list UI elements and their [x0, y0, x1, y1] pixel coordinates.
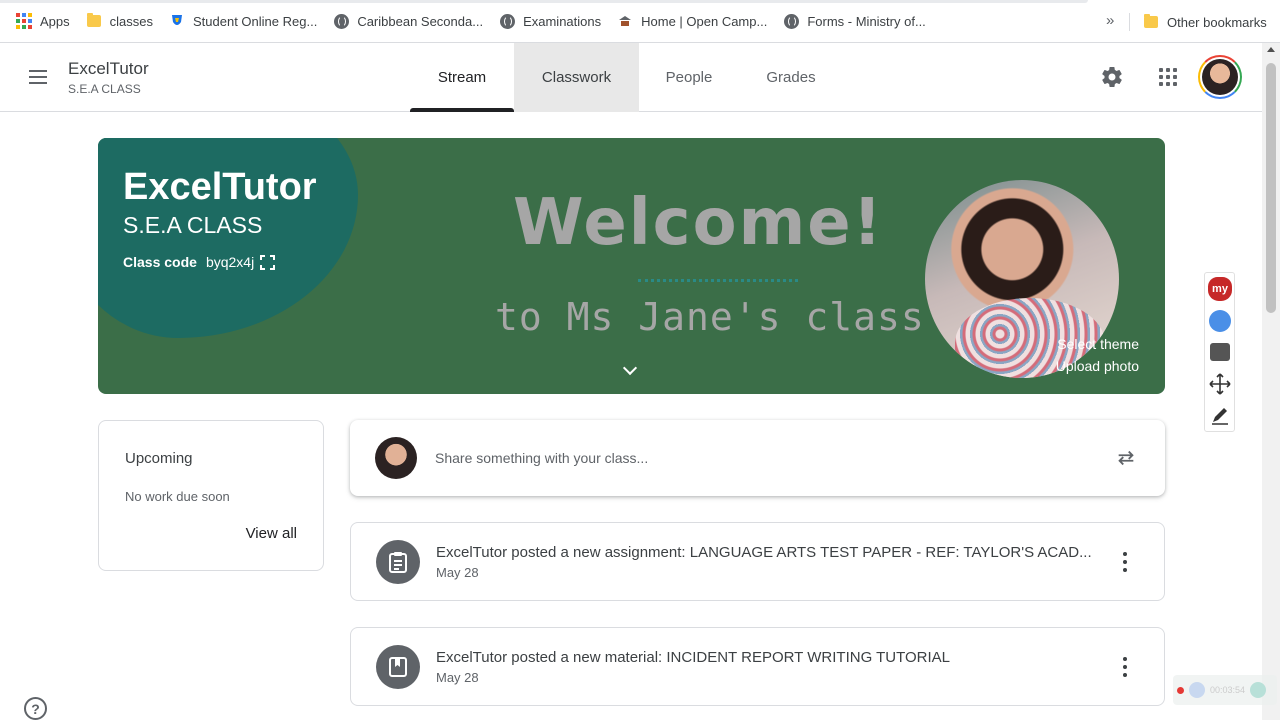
recording-time: 00:03:54	[1210, 685, 1246, 695]
class-section: S.E.A CLASS	[68, 82, 141, 96]
avatar	[375, 437, 417, 479]
upcoming-empty-message: No work due soon	[125, 489, 230, 504]
scroll-thumb[interactable]	[1266, 63, 1276, 313]
bookmarks-divider	[1129, 13, 1130, 31]
share-announcement-box[interactable]: Share something with your class...	[350, 420, 1165, 496]
my-extension-icon[interactable]: my	[1208, 277, 1232, 301]
class-code-label: Class code	[123, 254, 197, 270]
more-options-icon[interactable]	[1122, 657, 1128, 677]
globe-icon	[333, 13, 349, 29]
stop-icon[interactable]	[1250, 682, 1267, 698]
google-apps-icon[interactable]	[1159, 68, 1177, 86]
globe-icon	[783, 13, 799, 29]
fullscreen-icon[interactable]	[260, 254, 276, 270]
bookmark-label: Caribbean Seconda...	[357, 13, 484, 29]
bookmark-label: Examinations	[523, 13, 602, 29]
class-banner: ExcelTutor S.E.A CLASS Class code byq2x4…	[98, 138, 1165, 394]
move-arrows-icon[interactable]	[1208, 372, 1232, 396]
bookmark-label: Forms - Ministry of...	[807, 13, 926, 29]
apps-grid-icon	[16, 13, 32, 29]
upload-photo-link[interactable]: Upload photo	[1056, 358, 1139, 374]
bookmark-caribbean-secondary[interactable]: Caribbean Seconda...	[325, 7, 491, 35]
assignment-icon	[376, 540, 420, 584]
profile-photo	[1202, 59, 1238, 95]
banner-welcome-text: Welcome!	[513, 186, 884, 260]
banner-class-greeting: to Ms Jane's class	[495, 295, 925, 339]
view-all-link[interactable]: View all	[246, 525, 297, 542]
main-menu-button[interactable]	[22, 61, 54, 93]
account-avatar[interactable]	[1198, 55, 1242, 99]
select-theme-link[interactable]: Select theme	[1057, 336, 1139, 352]
record-indicator-icon	[1177, 686, 1184, 694]
stream-post[interactable]: ExcelTutor posted a new material: INCIDE…	[350, 627, 1165, 706]
bookmark-label: Apps	[40, 13, 70, 29]
bookmark-other[interactable]: Other bookmarks	[1135, 8, 1275, 36]
bookmark-apps[interactable]: Apps	[8, 7, 78, 35]
repost-icon[interactable]	[1115, 447, 1137, 469]
tab-stream[interactable]: Stream	[410, 43, 514, 112]
class-code-value: byq2x4j	[205, 254, 255, 270]
page-scrollbar[interactable]	[1262, 43, 1280, 720]
bookmark-label: classes	[109, 13, 153, 29]
pause-icon[interactable]	[1189, 682, 1205, 698]
bookmark-classes[interactable]: classes	[78, 7, 161, 35]
extension-toolbar: my	[1204, 272, 1235, 432]
bookmark-label: Student Online Reg...	[193, 13, 318, 29]
people-group-icon[interactable]	[1208, 309, 1232, 333]
settings-gear-icon[interactable]	[1100, 65, 1124, 89]
folder-icon	[1143, 14, 1159, 30]
globe-icon	[499, 13, 515, 29]
share-placeholder[interactable]: Share something with your class...	[435, 450, 648, 466]
help-icon[interactable]: ?	[24, 697, 47, 720]
material-book-icon	[376, 645, 420, 689]
pen-icon[interactable]	[1208, 403, 1232, 427]
bookmark-open-campus[interactable]: Home | Open Camp...	[609, 7, 775, 35]
banner-dotted-line	[638, 279, 798, 282]
screen-capture-icon[interactable]	[1208, 340, 1232, 364]
open-campus-icon	[617, 13, 633, 29]
more-bookmarks-chevron-icon[interactable]: »	[1106, 12, 1114, 29]
banner-class-section: S.E.A CLASS	[123, 212, 263, 238]
scroll-up-arrow-icon[interactable]	[1267, 47, 1275, 52]
upcoming-card: Upcoming No work due soon View all	[98, 420, 324, 571]
chevron-down-icon[interactable]	[622, 360, 638, 376]
screen-recorder-widget[interactable]: 00:03:54	[1173, 675, 1277, 705]
post-title[interactable]: ExcelTutor posted a new material: INCIDE…	[436, 649, 950, 666]
upcoming-title: Upcoming	[125, 450, 193, 467]
bookmark-student-online-reg[interactable]: Student Online Reg...	[161, 7, 325, 35]
class-code: Class code byq2x4j	[123, 254, 276, 270]
stream-post[interactable]: ExcelTutor posted a new assignment: LANG…	[350, 522, 1165, 601]
bookmark-forms-ministry[interactable]: Forms - Ministry of...	[775, 7, 933, 35]
more-options-icon[interactable]	[1122, 552, 1128, 572]
bookmark-label: Other bookmarks	[1167, 14, 1267, 30]
tab-grades[interactable]: Grades	[739, 43, 843, 112]
tab-strip-edge	[0, 0, 1088, 3]
hamburger-icon	[29, 70, 47, 72]
classroom-header: ExcelTutor S.E.A CLASS Stream Classwork …	[0, 43, 1262, 112]
folder-icon	[86, 13, 102, 29]
post-title[interactable]: ExcelTutor posted a new assignment: LANG…	[436, 544, 1092, 561]
post-date: May 28	[436, 670, 479, 685]
coat-of-arms-icon	[169, 13, 185, 29]
tab-people[interactable]: People	[639, 43, 739, 112]
tab-classwork[interactable]: Classwork	[514, 43, 639, 112]
bookmarks-bar: Apps classes Student Online Reg... Carib…	[0, 0, 1280, 43]
bookmark-label: Home | Open Camp...	[641, 13, 768, 29]
class-name[interactable]: ExcelTutor	[68, 59, 149, 79]
class-tabs: Stream Classwork People Grades	[410, 43, 843, 112]
post-date: May 28	[436, 565, 479, 580]
bookmark-examinations[interactable]: Examinations	[491, 7, 609, 35]
banner-class-name: ExcelTutor	[123, 166, 317, 208]
